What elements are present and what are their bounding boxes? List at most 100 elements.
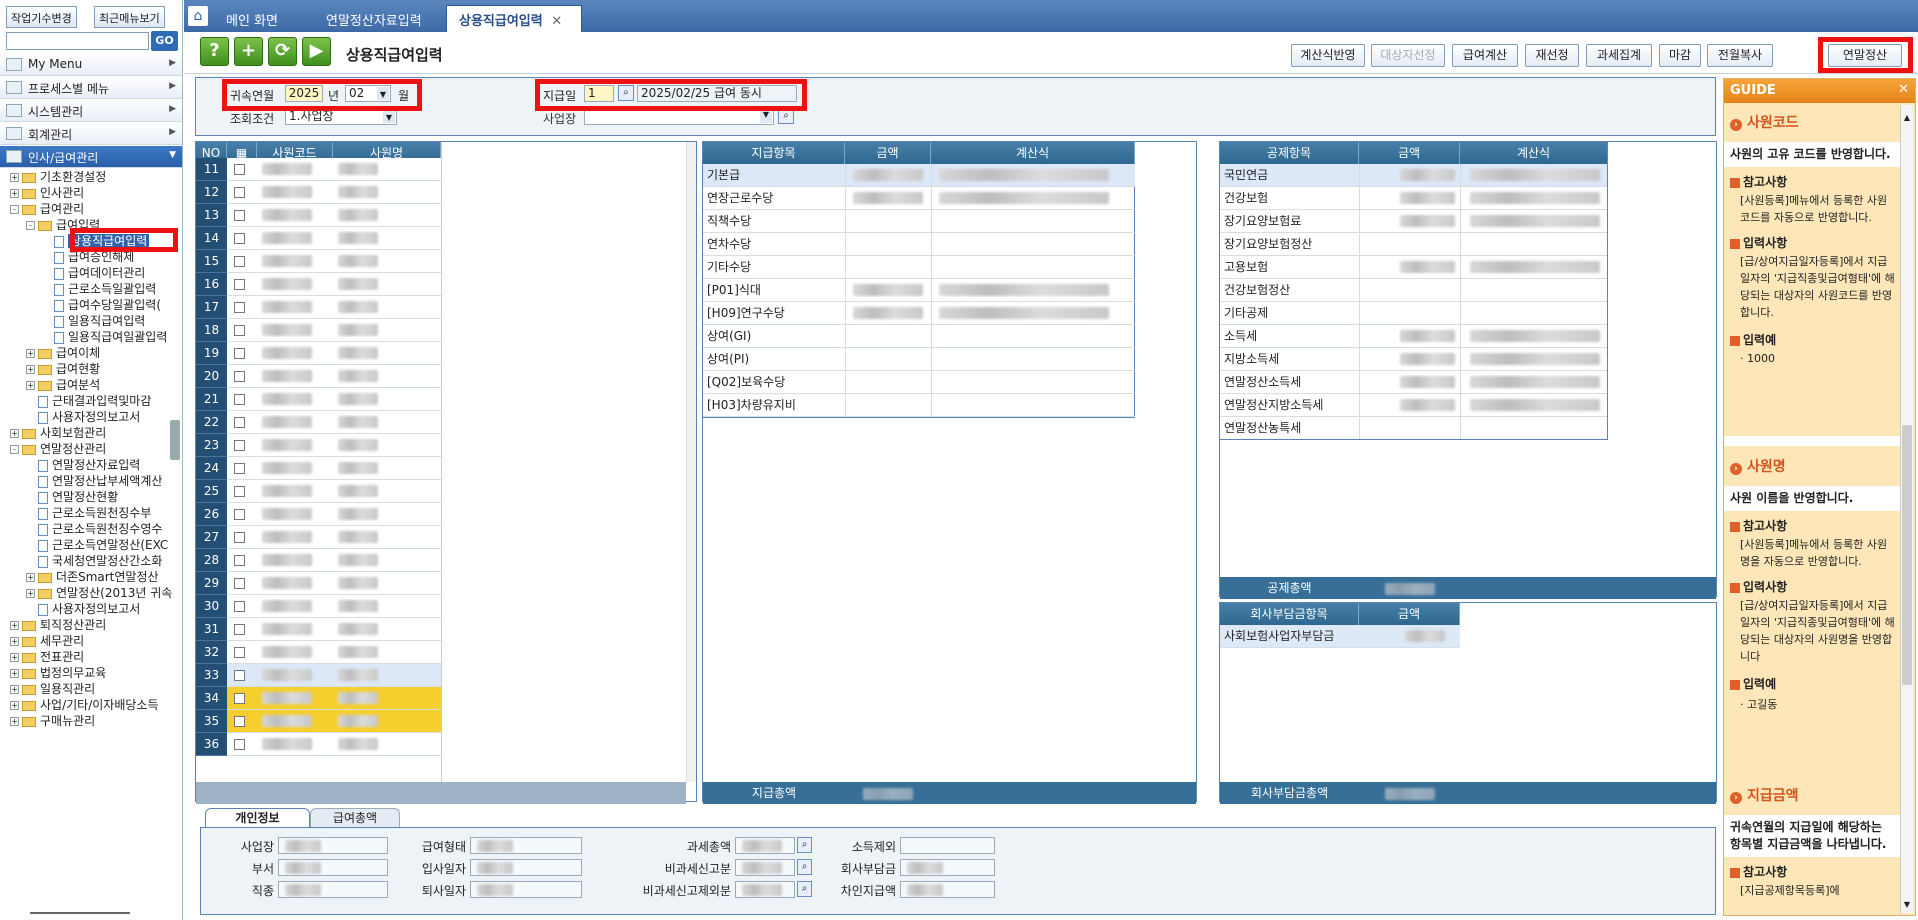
menu-system[interactable]: 시스템관리 ▶ xyxy=(0,100,182,122)
table-row[interactable]: 25 xyxy=(196,480,441,503)
table-row[interactable]: 14 xyxy=(196,227,441,250)
tab-pay-total[interactable]: 급여총액 xyxy=(310,808,400,828)
table-row[interactable]: 23 xyxy=(196,434,441,457)
row-checkbox[interactable] xyxy=(234,601,245,612)
tree-item[interactable]: 연말정산현황 xyxy=(26,489,118,505)
tab-main[interactable]: 메인 화면 xyxy=(214,6,290,32)
expand-icon[interactable]: + xyxy=(26,381,35,390)
pay-item-row[interactable]: 직책수당 xyxy=(703,210,1135,233)
menu-process[interactable]: 프로세스별 메뉴 ▶ xyxy=(0,77,182,99)
row-checkbox[interactable] xyxy=(234,739,245,750)
table-row[interactable]: 28 xyxy=(196,549,441,572)
table-row[interactable]: 26 xyxy=(196,503,441,526)
tree-item[interactable]: 근로소득원천징수영수 xyxy=(26,521,162,537)
table-row[interactable]: 18 xyxy=(196,319,441,342)
table-row[interactable]: 15 xyxy=(196,250,441,273)
add-icon[interactable]: + xyxy=(234,37,263,66)
tree-item[interactable]: + 사업/기타/이자배당소득 xyxy=(10,697,159,713)
row-checkbox[interactable] xyxy=(234,394,245,405)
pay-item-row[interactable]: 상여(PI) xyxy=(703,348,1135,371)
deduction-row[interactable]: 연말정산농특세 xyxy=(1220,417,1608,440)
change-period-button[interactable]: 작업기수변경 xyxy=(6,6,77,28)
row-checkbox[interactable] xyxy=(234,417,245,428)
expand-icon[interactable]: + xyxy=(10,685,19,694)
tree-item[interactable]: 연말정산납부세액계산 xyxy=(26,473,162,489)
row-checkbox[interactable] xyxy=(234,233,245,244)
pay-item-row[interactable]: [H03]차량유지비 xyxy=(703,394,1135,417)
table-row[interactable]: 17 xyxy=(196,296,441,319)
deduction-row[interactable]: 건강보험 xyxy=(1220,187,1608,210)
expand-icon[interactable]: + xyxy=(10,701,19,710)
row-checkbox[interactable] xyxy=(234,371,245,382)
calc-pay-button[interactable]: 급여계산 xyxy=(1452,44,1518,67)
table-row[interactable]: 11 xyxy=(196,158,441,181)
home-icon[interactable]: ⌂ xyxy=(188,6,208,26)
row-checkbox[interactable] xyxy=(234,187,245,198)
deduction-row[interactable]: 기타공제 xyxy=(1220,302,1608,325)
expand-icon[interactable]: + xyxy=(10,429,19,438)
expand-icon[interactable]: - xyxy=(26,221,35,230)
expand-icon[interactable]: + xyxy=(26,573,35,582)
table-row[interactable]: 35 xyxy=(196,710,441,733)
tree-item[interactable]: 국세청연말정산간소화 xyxy=(26,553,162,569)
row-checkbox[interactable] xyxy=(234,164,245,175)
grid-scrollbar[interactable] xyxy=(686,142,696,782)
select-targets-button[interactable]: 대상자선정 xyxy=(1371,44,1445,67)
menu-my-menu[interactable]: My Menu ▶ xyxy=(0,54,182,76)
row-checkbox[interactable] xyxy=(234,486,245,497)
tree-item[interactable]: - 급여관리 xyxy=(10,201,84,217)
table-row[interactable]: 27 xyxy=(196,526,441,549)
deduction-row[interactable]: 국민연금 xyxy=(1220,164,1608,187)
pay-item-row[interactable]: [Q02]보육수당 xyxy=(703,371,1135,394)
expand-icon[interactable]: + xyxy=(26,349,35,358)
refresh-icon[interactable]: ⟳ xyxy=(268,37,297,66)
expand-icon[interactable]: + xyxy=(10,173,19,182)
deduction-row[interactable]: 장기요양보험정산 xyxy=(1220,233,1608,256)
tree-item[interactable]: + 퇴직정산관리 xyxy=(10,617,106,633)
table-row[interactable]: 33 xyxy=(196,664,441,687)
pay-item-row[interactable]: 기타수당 xyxy=(703,256,1135,279)
row-checkbox[interactable] xyxy=(234,279,245,290)
tree-item[interactable]: + 법정의무교육 xyxy=(10,665,106,681)
tab-year-end-input[interactable]: 연말정산자료입력 xyxy=(314,6,434,32)
expand-icon[interactable]: + xyxy=(10,621,19,630)
apply-formula-button[interactable]: 계산식반영 xyxy=(1291,44,1365,67)
close-icon[interactable]: ✕ xyxy=(1898,82,1909,97)
table-row[interactable]: 24 xyxy=(196,457,441,480)
menu-accounting[interactable]: 회계관리 ▶ xyxy=(0,123,182,145)
expand-icon[interactable]: + xyxy=(10,637,19,646)
tree-item[interactable]: + 급여이체 xyxy=(26,345,100,361)
table-row[interactable]: 12 xyxy=(196,181,441,204)
pay-item-row[interactable]: 상여(GI) xyxy=(703,325,1135,348)
table-row[interactable]: 21 xyxy=(196,388,441,411)
go-button[interactable]: GO xyxy=(151,31,178,51)
tree-item[interactable]: - 연말정산관리 xyxy=(10,441,106,457)
tree-item[interactable]: 사용자정의보고서 xyxy=(26,601,140,617)
row-checkbox[interactable] xyxy=(234,532,245,543)
expand-icon[interactable]: - xyxy=(10,205,19,214)
tree-item[interactable]: 연말정산자료입력 xyxy=(26,457,140,473)
pay-item-row[interactable]: [H09]연구수당 xyxy=(703,302,1135,325)
table-row[interactable]: 22 xyxy=(196,411,441,434)
tree-item[interactable]: + 급여분석 xyxy=(26,377,100,393)
recent-menu-button[interactable]: 최근메뉴보기 xyxy=(94,6,165,28)
tree-item[interactable]: 근로소득원천징수부 xyxy=(26,505,151,521)
tree-item[interactable]: 사용자정의보고서 xyxy=(26,409,140,425)
pay-item-row[interactable]: 연차수당 xyxy=(703,233,1135,256)
row-checkbox[interactable] xyxy=(234,348,245,359)
row-checkbox[interactable] xyxy=(234,440,245,451)
pay-item-row[interactable]: 기본급 xyxy=(703,164,1135,187)
table-row[interactable]: 29 xyxy=(196,572,441,595)
tax-summary-button[interactable]: 과세집계 xyxy=(1586,44,1652,67)
tree-item[interactable]: 근로소득연말정산(EXC xyxy=(26,537,168,553)
menu-hr-payroll[interactable]: 인사/급여관리 ▼ xyxy=(0,146,182,168)
row-checkbox[interactable] xyxy=(234,463,245,474)
deduction-row[interactable]: 지방소득세 xyxy=(1220,348,1608,371)
tree-item[interactable]: + 구매뉴관리 xyxy=(10,713,95,729)
tree-item[interactable]: 근태결과입력및마감 xyxy=(26,393,151,409)
row-checkbox[interactable] xyxy=(234,555,245,566)
table-row[interactable]: 30 xyxy=(196,595,441,618)
table-row[interactable]: 20 xyxy=(196,365,441,388)
menu-search-input[interactable] xyxy=(6,32,149,50)
tree-item[interactable]: + 인사관리 xyxy=(10,185,84,201)
